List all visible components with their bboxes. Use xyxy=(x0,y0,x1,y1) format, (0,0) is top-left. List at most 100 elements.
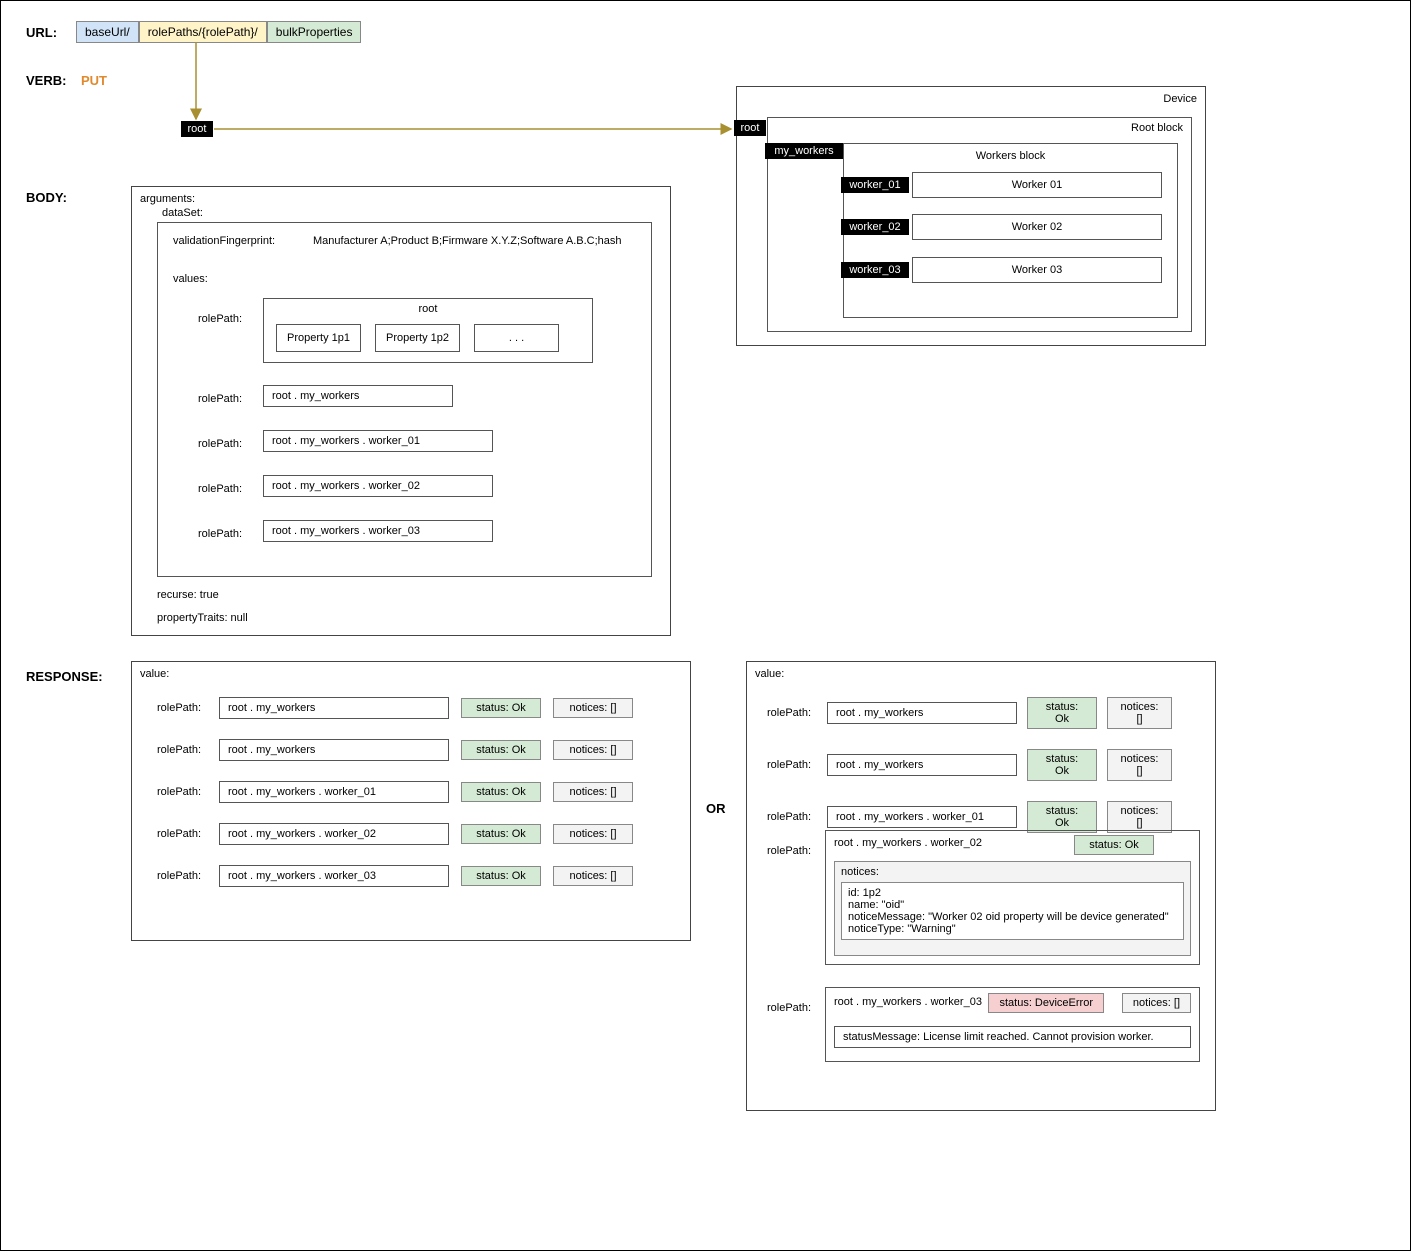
root-block: Root block my_workers Workers block work… xyxy=(767,117,1192,332)
resp2-notices-hdr: notices: xyxy=(841,866,1184,878)
prop-1p2: Property 1p2 xyxy=(375,324,460,352)
resp2-w02-status: status: Ok xyxy=(1074,835,1154,855)
verb-value: PUT xyxy=(81,73,107,88)
resp-status: status: Ok xyxy=(461,698,541,718)
resp2-rp-label-5: rolePath: xyxy=(767,1002,811,1014)
resp2-row: rolePath: root . my_workers status: Ok noti… xyxy=(767,749,1203,781)
worker01-box: Worker 01 xyxy=(912,172,1162,198)
resp-notices: notices: [] xyxy=(553,740,633,760)
resp-rp-label: rolePath: xyxy=(157,702,207,714)
resp-row: rolePath: root . my_workers . worker_01 st… xyxy=(157,781,675,803)
response-label: RESPONSE: xyxy=(26,669,103,684)
worker02-box: Worker 02 xyxy=(912,214,1162,240)
resp2-notices: notices: [] xyxy=(1107,749,1172,781)
resp-status: status: Ok xyxy=(461,740,541,760)
prop-dots: . . . xyxy=(474,324,559,352)
worker02-tag: worker_02 xyxy=(841,219,909,235)
resp-rp-label: rolePath: xyxy=(157,786,207,798)
resp-row: rolePath: root . my_workers status: Ok noti… xyxy=(157,739,675,761)
verb-label: VERB: xyxy=(26,73,66,88)
url-segments: baseUrl/rolePaths/{rolePath}/bulkPropert… xyxy=(76,21,361,43)
resp-notices: notices: [] xyxy=(553,866,633,886)
resp-rp-label: rolePath: xyxy=(157,870,207,882)
rp-myworkers: root . my_workers xyxy=(263,385,453,407)
resp2-rp-value: root . my_workers . worker_01 xyxy=(827,806,1017,828)
resp2-rp-label-4: rolePath: xyxy=(767,845,811,857)
args-label: arguments: xyxy=(140,193,195,205)
resp-rp-value: root . my_workers . worker_03 xyxy=(219,865,449,887)
resp2-w03-status: status: DeviceError xyxy=(988,993,1104,1013)
resp-notices: notices: [] xyxy=(553,824,633,844)
notice-msg: noticeMessage: "Worker 02 oid property w… xyxy=(848,911,1177,923)
resp2-w03-notices: notices: [] xyxy=(1122,993,1191,1013)
rp-w01: root . my_workers . worker_01 xyxy=(263,430,493,452)
resp-row: rolePath:root . my_workers . worker_02st… xyxy=(157,823,675,845)
fp-label: validationFingerprint: xyxy=(173,235,275,247)
body-label: BODY: xyxy=(26,190,67,205)
rolepath-label-1: rolePath: xyxy=(198,393,242,405)
dataset-fieldset: validationFingerprint: Manufacturer A;Pr… xyxy=(157,222,652,577)
dataset-label: dataSet: xyxy=(162,207,203,219)
resp2-w02-box: root . my_workers . worker_02 status: Ok… xyxy=(825,830,1200,965)
root-values-box: root Property 1p1 Property 1p2 . . . xyxy=(263,298,593,363)
resp-status: status: Ok xyxy=(461,866,541,886)
worker01-tag: worker_01 xyxy=(841,177,909,193)
fp-value: Manufacturer A;Product B;Firmware X.Y.Z;… xyxy=(313,235,622,247)
worker03-tag: worker_03 xyxy=(841,262,909,278)
resp2-rp-label: rolePath: xyxy=(767,811,817,823)
resp2-status: status: Ok xyxy=(1027,697,1097,729)
root-box-title: root xyxy=(264,303,592,315)
url-label: URL: xyxy=(26,25,57,40)
myworkers-tag: my_workers xyxy=(765,143,843,159)
root-tag-right: root xyxy=(734,120,766,136)
workers-block-title: Workers block xyxy=(844,150,1177,162)
resp2-value-label: value: xyxy=(755,668,784,680)
device-title: Device xyxy=(1163,93,1197,105)
notice-id: id: 1p2 xyxy=(848,887,1177,899)
resp2-w02-path: root . my_workers . worker_02 xyxy=(834,837,982,849)
resp2-notices-box: notices: id: 1p2 name: "oid" noticeMessa… xyxy=(834,861,1191,956)
url-seg-action: bulkProperties xyxy=(267,21,362,43)
resp-row: rolePath: root . my_workers . worker_03 st… xyxy=(157,865,675,887)
resp2-statusmsg: statusMessage: License limit reached. Ca… xyxy=(834,1026,1191,1048)
worker03-box: Worker 03 xyxy=(912,257,1162,283)
device-panel: Device root Root block my_workers Worker… xyxy=(736,86,1206,346)
resp2-notices: notices: [] xyxy=(1107,697,1172,729)
resp-rp-value: root . my_workers xyxy=(219,739,449,761)
url-seg-base: baseUrl/ xyxy=(76,21,139,43)
resp-notices: notices: [] xyxy=(553,698,633,718)
resp2-w03-box: root . my_workers . worker_03 status: De… xyxy=(825,987,1200,1062)
resp-status: status: Ok xyxy=(461,782,541,802)
resp-rp-label: rolePath: xyxy=(157,828,207,840)
resp2-w03-path: root . my_workers . worker_03 xyxy=(834,996,982,1008)
resp-rp-value: root . my_workers . worker_01 xyxy=(219,781,449,803)
notice-type: noticeType: "Warning" xyxy=(848,923,1177,935)
resp2-rp-value: root . my_workers xyxy=(827,702,1017,724)
resp-rp-value: root . my_workers xyxy=(219,697,449,719)
values-label: values: xyxy=(173,273,208,285)
resp-value-label: value: xyxy=(140,668,169,680)
resp2-status: status: Ok xyxy=(1027,749,1097,781)
rp-w02: root . my_workers . worker_02 xyxy=(263,475,493,497)
resp2-notices: notices: [] xyxy=(1107,801,1172,833)
root-block-title: Root block xyxy=(1131,122,1183,134)
resp2-rp-label: rolePath: xyxy=(767,707,817,719)
resp-status: status: Ok xyxy=(461,824,541,844)
rp-w03: root . my_workers . worker_03 xyxy=(263,520,493,542)
resp2-rp-label: rolePath: xyxy=(767,759,817,771)
resp2-row: rolePath: root . my_workers . worker_01 st… xyxy=(767,801,1203,833)
root-tag-left: root xyxy=(181,121,213,137)
resp-rp-label: rolePath: xyxy=(157,744,207,756)
resp2-row: rolePath: root . my_workers status: Ok noti… xyxy=(767,697,1203,729)
traits-label: propertyTraits: null xyxy=(157,612,248,624)
response-left-panel: value: rolePath: root . my_workers status:… xyxy=(131,661,691,941)
resp2-rp-value: root . my_workers xyxy=(827,754,1017,776)
body-panel: arguments: dataSet: validationFingerprin… xyxy=(131,186,671,636)
rolepath-label-0: rolePath: xyxy=(198,313,242,325)
recurse-label: recurse: true xyxy=(157,589,219,601)
prop-1p1: Property 1p1 xyxy=(276,324,361,352)
rolepath-label-3: rolePath: xyxy=(198,483,242,495)
resp2-status: status: Ok xyxy=(1027,801,1097,833)
rolepath-label-2: rolePath: xyxy=(198,438,242,450)
url-seg-path: rolePaths/{rolePath}/ xyxy=(139,21,267,43)
